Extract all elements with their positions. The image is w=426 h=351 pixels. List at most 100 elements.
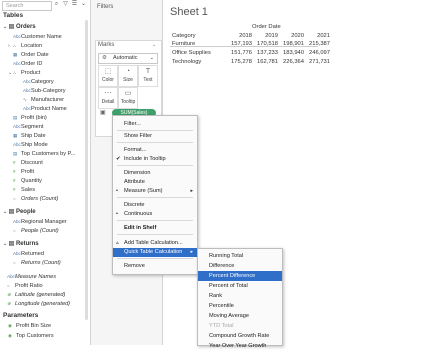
field-latitude-generated[interactable]: ⊕ Latitude (generated) [2, 290, 65, 299]
filter-icon[interactable]: ▽ [62, 1, 69, 8]
value-cell[interactable]: 271,731 [304, 59, 330, 65]
field-profit-bin[interactable]: ▤ Profit (bin) [8, 113, 47, 122]
field-manufacturer[interactable]: ∿ Manufacturer [18, 95, 64, 104]
submenu-item-percent-difference[interactable]: Percent Difference [198, 271, 282, 281]
menu-item-continuous[interactable]: • Continuous [113, 210, 197, 219]
field-order-date[interactable]: ▦ Order Date [8, 50, 49, 59]
field-returned[interactable]: AbcReturned [8, 249, 44, 258]
tables-header: Tables [3, 12, 24, 19]
field-sub-category[interactable]: AbcSub-Category [18, 86, 66, 95]
field-profit-ratio[interactable]: = Profit Ratio [2, 281, 43, 290]
field-regional-manager[interactable]: AbcRegional Manager [8, 217, 67, 226]
field-type-icon: = [13, 228, 16, 233]
menu-item-measure-sum[interactable]: • Measure (Sum) ▸ [113, 187, 197, 196]
field-longitude-generated[interactable]: ⊕ Longitude (generated) [2, 299, 70, 308]
field-type-icon: Abc [13, 34, 21, 39]
filters-shelf-label: Filters [97, 4, 114, 10]
field-profit[interactable]: # Profit [8, 167, 34, 176]
field-label: Ship Date [21, 133, 46, 139]
marks-menu-icon[interactable]: ⌄ [152, 42, 156, 48]
field-product[interactable]: ⌄ ⛬ Product [8, 68, 40, 77]
field-label: Measure Names [15, 274, 57, 280]
submenu-item-year-over-year-growth[interactable]: Year Over Year Growth [198, 341, 282, 351]
table-section-returns[interactable]: ⌄ ▤ Returns [3, 240, 39, 249]
marks-detail-button[interactable]: ⋯ Detail [98, 87, 118, 109]
field-label: Order Date [21, 52, 49, 58]
field-ship-date[interactable]: ▦ Ship Date [8, 131, 46, 140]
field-type-icon: Abc [7, 274, 15, 279]
field-top-customers-by-p[interactable]: ▤ Top Customers by P... [8, 149, 75, 158]
field-type-icon: ▦ [13, 133, 18, 138]
field-label: Order ID [21, 61, 43, 67]
field-returns-count[interactable]: = Returns (Count) [8, 258, 61, 267]
data-pane-scrollbar[interactable] [85, 20, 88, 320]
parameter-profit-bin-size[interactable]: ◉ Profit Bin Size [8, 321, 51, 330]
marks-tooltip-button[interactable]: ▭ Tooltip [118, 87, 138, 109]
menu-separator [117, 196, 193, 198]
value-cell[interactable]: 151,776 [226, 50, 252, 56]
field-quantity[interactable]: # Quantity [8, 176, 42, 185]
field-ship-mode[interactable]: AbcShip Mode [8, 140, 48, 149]
menu-item-show-filter[interactable]: Show Filter [113, 132, 197, 141]
menu-item-filter[interactable]: Filter... [113, 120, 197, 129]
search-input[interactable]: Search [2, 1, 52, 11]
field-order-id[interactable]: AbcOrder ID [8, 59, 42, 68]
menu-item-add-table-calculation[interactable]: ▵ Add Table Calculation... [113, 239, 197, 248]
field-type-icon: ▤ [13, 115, 18, 120]
submenu-item-percentile[interactable]: Percentile [198, 301, 282, 311]
field-measure-names[interactable]: AbcMeasure Names [2, 272, 56, 281]
field-customer-name[interactable]: AbcCustomer Name [8, 32, 62, 41]
marks-text-button[interactable]: T Text [138, 65, 158, 87]
field-sales[interactable]: # Sales [8, 185, 35, 194]
value-cell[interactable]: 162,781 [252, 59, 278, 65]
submenu-item-compound-growth-rate[interactable]: Compound Growth Rate [198, 331, 282, 341]
field-discount[interactable]: # Discount [8, 158, 43, 167]
submenu-item-difference[interactable]: Difference [198, 261, 282, 271]
menu-separator [117, 233, 193, 235]
value-cell[interactable]: 157,193 [226, 41, 252, 47]
submenu-item-moving-average[interactable]: Moving Average [198, 311, 282, 321]
field-segment[interactable]: AbcSegment [8, 122, 43, 131]
table-section-orders[interactable]: ⌄ ▤ Orders [3, 23, 36, 32]
value-cell[interactable]: 215,387 [304, 41, 330, 47]
value-cell[interactable]: 175,278 [226, 59, 252, 65]
menu-item-format[interactable]: Format... [113, 146, 197, 155]
value-cell[interactable]: 183,940 [278, 50, 304, 56]
filters-shelf[interactable] [93, 13, 160, 35]
mark-type-dropdown[interactable]: ⚙ Automatic ⌄ [98, 53, 158, 64]
submenu-item-percent-of-total[interactable]: Percent of Total [198, 281, 282, 291]
parameter-top-customers[interactable]: ◉ Top Customers [8, 331, 54, 340]
field-type-icon: = [13, 196, 16, 201]
submenu-item-label: Difference [209, 263, 235, 269]
marks-size-button[interactable]: ◔ Size [118, 65, 138, 87]
value-cell[interactable]: 226,364 [278, 59, 304, 65]
field-category[interactable]: AbcCategory [18, 77, 54, 86]
field-location[interactable]: › ⛬ Location [8, 41, 42, 50]
value-cell[interactable]: 198,901 [278, 41, 304, 47]
view-list-icon[interactable]: ☰ [71, 1, 78, 8]
menu-item-include-in-tooltip[interactable]: ✔ Include in Tooltip [113, 155, 197, 164]
menu-item-remove[interactable]: Remove [113, 262, 197, 271]
menu-item-attribute[interactable]: Attribute [113, 178, 197, 187]
menu-item-edit-in-shelf[interactable]: Edit in Shelf [113, 224, 197, 233]
field-label: Profit [21, 169, 35, 175]
value-cell[interactable]: 137,233 [252, 50, 278, 56]
field-type-icon: Abc [13, 251, 21, 256]
menu-item-quick-table-calculation[interactable]: Quick Table Calculation ▸ [113, 248, 197, 257]
value-cell[interactable]: 170,518 [252, 41, 278, 47]
field-people-count[interactable]: = People (Count) [8, 226, 59, 235]
menu-item-discrete[interactable]: Discrete [113, 201, 197, 210]
marks-color-button[interactable]: ⬚ Color [98, 65, 118, 87]
value-cell[interactable]: 246,097 [304, 50, 330, 56]
submenu-item-running-total[interactable]: Running Total [198, 251, 282, 261]
quick-table-calc-submenu: Running Total Difference Percent Differenc… [197, 248, 283, 349]
field-orders-count[interactable]: = Orders (Count) [8, 194, 58, 203]
submenu-item-rank[interactable]: Rank [198, 291, 282, 301]
field-label: Sub-Category [31, 88, 66, 94]
search-icon[interactable]: ⌕ [53, 1, 60, 8]
table-section-people[interactable]: ⌄ ▤ People [3, 208, 36, 217]
chevron-down-icon[interactable]: ⌄ [80, 1, 87, 8]
field-product-name[interactable]: AbcProduct Name [18, 104, 67, 113]
field-label: Category [31, 79, 54, 85]
menu-item-dimension[interactable]: Dimension [113, 169, 197, 178]
